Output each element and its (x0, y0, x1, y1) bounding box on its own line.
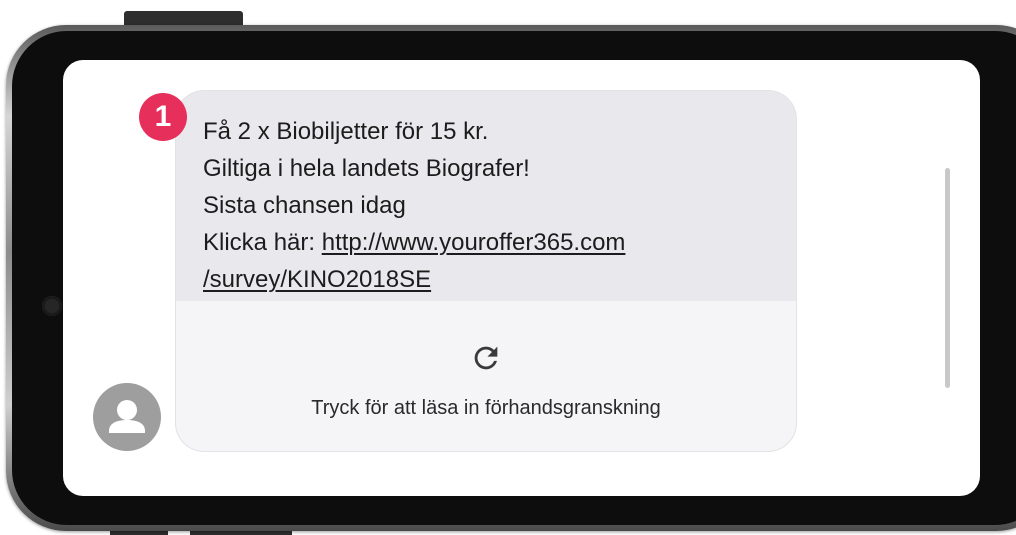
step-number-badge: 1 (139, 93, 187, 141)
message-text: Få 2 x Biobiljetter för 15 kr. Giltiga i… (203, 113, 625, 298)
message-link-line: Klicka här: http://www.youroffer365.com (203, 224, 625, 261)
person-icon (109, 400, 145, 433)
sender-avatar[interactable] (93, 383, 161, 451)
message-line: Giltiga i hela landets Biografer! (203, 155, 530, 182)
message-link[interactable]: http://www.youroffer365.com (322, 229, 626, 256)
link-prefix: Klicka här: (203, 229, 322, 256)
phone-mockup: Få 2 x Biobiljetter för 15 kr. Giltiga i… (0, 0, 1016, 535)
reload-icon[interactable] (469, 341, 503, 375)
link-preview-panel[interactable]: Tryck för att läsa in förhandsgranskning (176, 301, 796, 451)
scrollbar[interactable] (945, 168, 950, 388)
message-line: Sista chansen idag (203, 192, 406, 219)
preview-label: Tryck för att läsa in förhandsgranskning (311, 397, 661, 419)
message-line: Få 2 x Biobiljetter för 15 kr. (203, 118, 489, 145)
front-camera (42, 296, 62, 316)
message-link-line: /survey/KINO2018SE (203, 261, 625, 298)
messages-screen: Få 2 x Biobiljetter för 15 kr. Giltiga i… (63, 60, 980, 496)
message-link-continued[interactable]: /survey/KINO2018SE (203, 266, 431, 293)
message-bubble[interactable]: Få 2 x Biobiljetter för 15 kr. Giltiga i… (176, 91, 796, 451)
